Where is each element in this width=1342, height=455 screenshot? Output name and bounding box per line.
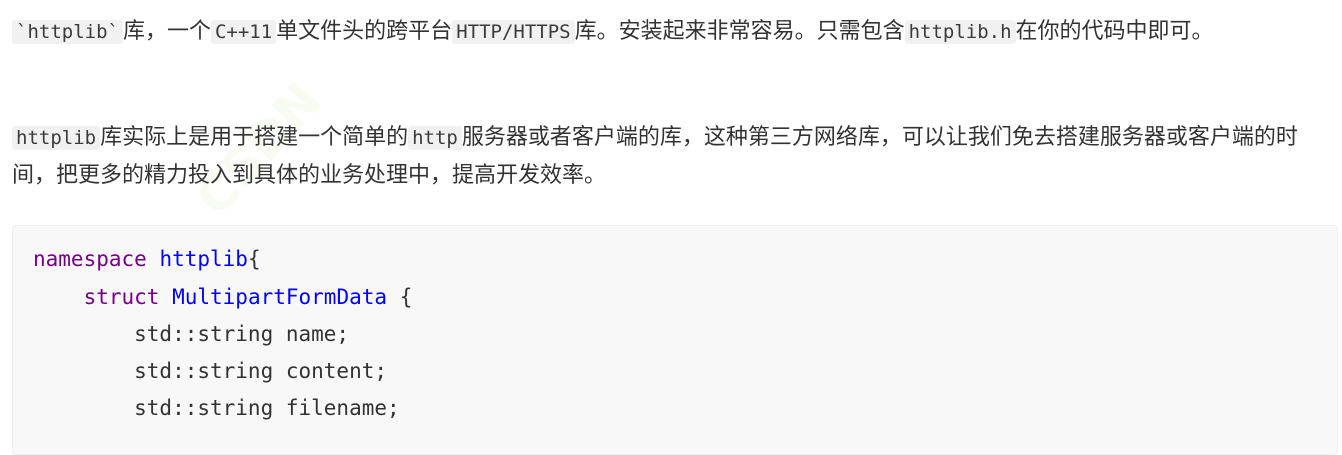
inline-code-httplib-h: httplib.h: [904, 20, 1016, 44]
inline-code-httplib: `httplib`: [12, 20, 123, 44]
code-line: std::string content;: [33, 359, 388, 383]
code-punctuation: {: [399, 285, 413, 309]
code-keyword: struct: [83, 285, 160, 309]
inline-code-cpp11: C++11: [210, 20, 277, 44]
code-block: namespace httplib{ struct MultipartFormD…: [12, 225, 1338, 455]
paragraph-text: 库。安装起来非常容易。只需包含: [574, 19, 905, 44]
description-paragraph: httplib 库实际上是用于搭建一个简单的 http 服务器或者客户端的库，这种第三…: [12, 119, 1332, 195]
paragraph-text: 在你的代码中即可。: [1015, 19, 1214, 44]
inline-code-http: http: [408, 126, 462, 150]
inline-code-httplib: httplib: [12, 126, 101, 150]
inline-code-http-https: HTTP/HTTPS: [452, 20, 575, 44]
code-line: std::string name;: [33, 322, 350, 346]
code-line: std::string filename;: [33, 396, 400, 420]
code-identifier: httplib: [159, 247, 248, 271]
code-punctuation: {: [247, 247, 261, 271]
paragraph-text: 库，一个: [122, 19, 211, 44]
code-identifier: MultipartFormData: [172, 285, 388, 309]
code-line: struct MultipartFormData {: [33, 283, 413, 311]
code-line: namespace httplib{: [33, 245, 261, 273]
code-keyword: namespace: [33, 247, 147, 271]
document-content: CSDN `httplib` 库，一个 C++11 单文件头的跨平台 HTTP/HTTP…: [0, 0, 1342, 455]
intro-paragraph: `httplib` 库，一个 C++11 单文件头的跨平台 HTTP/HTTPS 库。安装…: [12, 13, 1332, 51]
paragraph-text: 库实际上是用于搭建一个简单的: [100, 125, 409, 150]
paragraph-text: 单文件头的跨平台: [276, 19, 453, 44]
